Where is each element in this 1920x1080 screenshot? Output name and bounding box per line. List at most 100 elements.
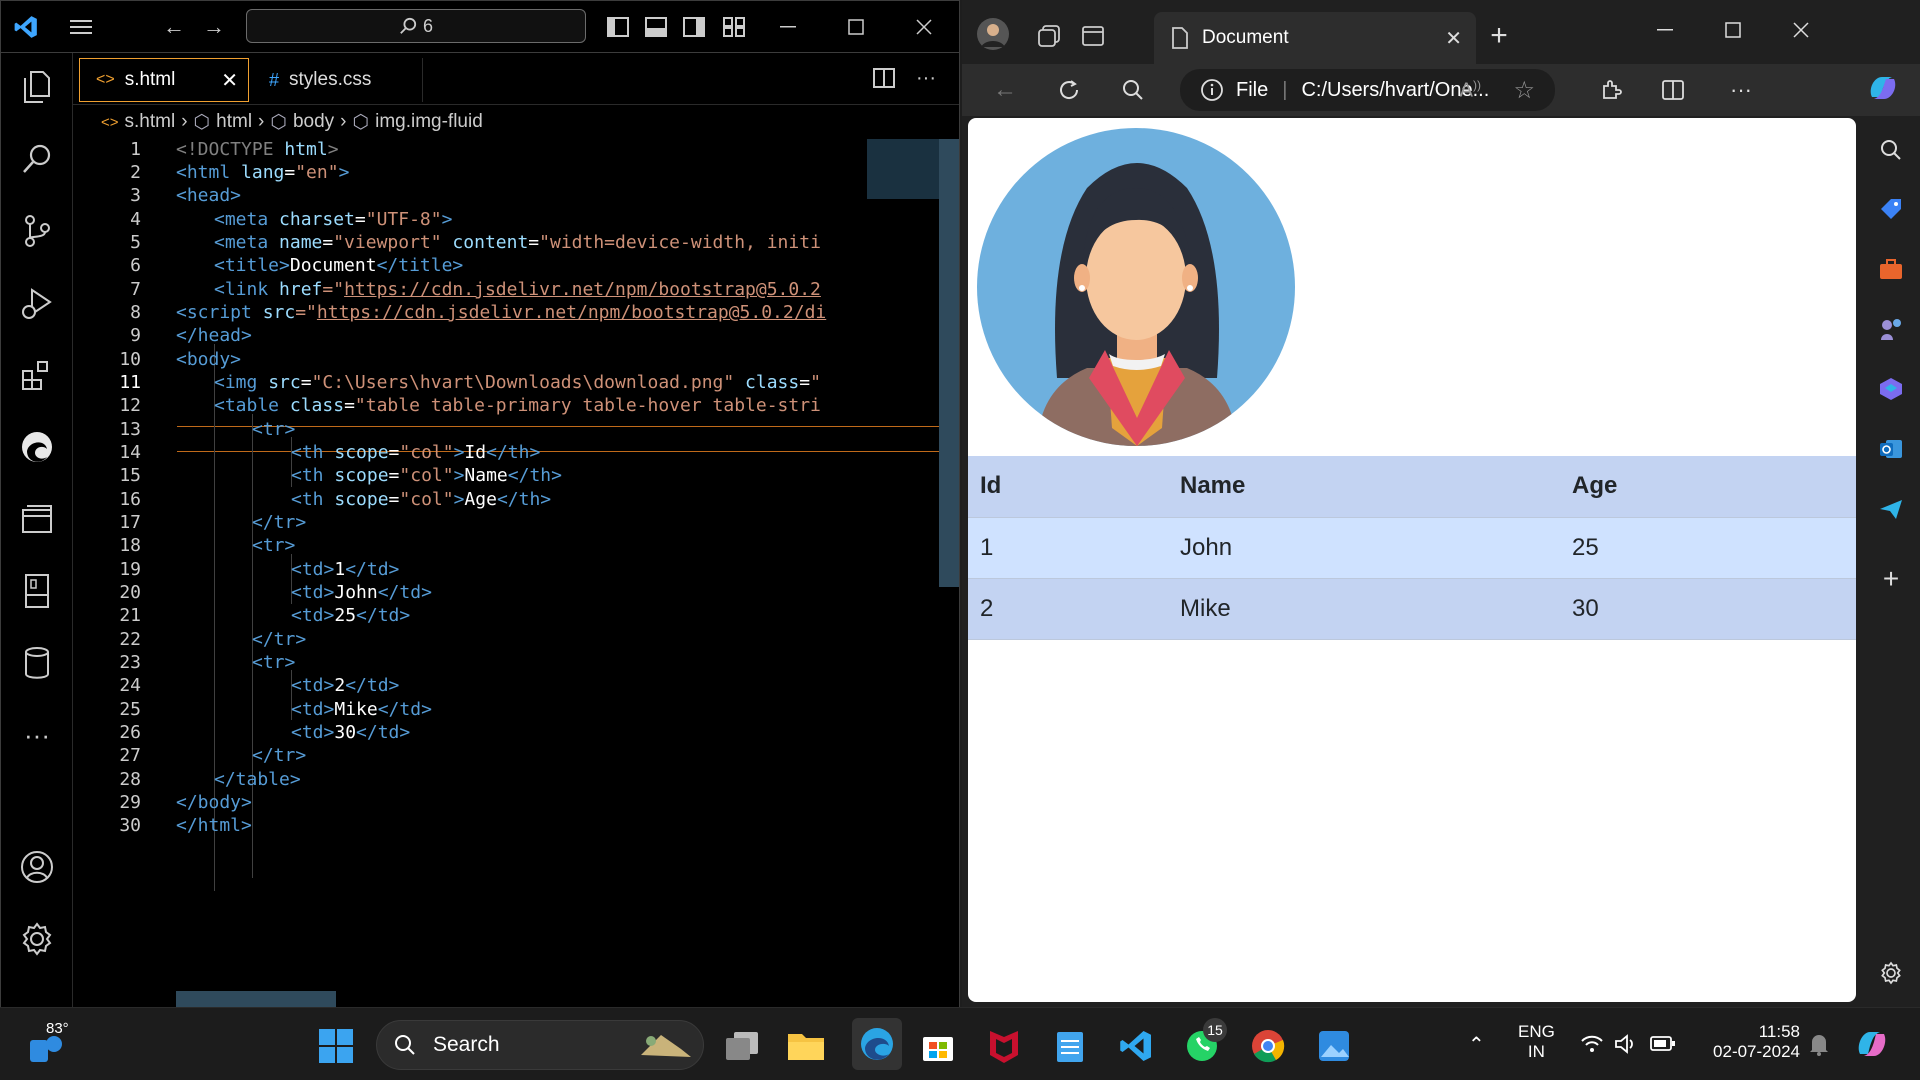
notebook-icon[interactable] — [13, 567, 61, 615]
vscode-taskbar-icon[interactable] — [1116, 1026, 1156, 1066]
copilot-sidebar-icon[interactable] — [1876, 374, 1906, 404]
accounts-icon[interactable] — [13, 843, 61, 891]
split-editor-icon[interactable] — [867, 62, 901, 94]
clock[interactable]: 11:58 02-07-2024 — [1700, 1022, 1800, 1062]
notification-bell-icon[interactable] — [1808, 1032, 1830, 1061]
table-row[interactable]: 2 Mike 30 — [968, 578, 1856, 640]
favorite-star-icon[interactable]: ☆ — [1513, 76, 1535, 105]
extensions-icon[interactable] — [13, 351, 61, 399]
settings-more-icon[interactable]: ··· — [1724, 74, 1758, 106]
maximize-icon[interactable] — [839, 11, 873, 43]
toggle-sidebar-icon[interactable] — [601, 11, 635, 43]
games-icon[interactable] — [1876, 314, 1906, 344]
copilot-icon[interactable] — [1866, 72, 1900, 104]
search-icon[interactable] — [1116, 74, 1150, 106]
activity-bar: ··· — [1, 53, 73, 1008]
table-row[interactable]: 1 John 25 — [968, 517, 1856, 579]
edge-devtools-icon[interactable] — [13, 423, 61, 471]
command-center-search[interactable]: 6 — [246, 9, 586, 43]
remote-explorer-icon[interactable] — [13, 495, 61, 543]
split-screen-icon[interactable] — [1656, 74, 1690, 106]
language-indicator[interactable]: ENG IN — [1518, 1022, 1555, 1062]
minimap[interactable] — [867, 139, 939, 199]
breadcrumb-item[interactable]: html — [216, 111, 252, 133]
database-icon[interactable] — [13, 639, 61, 687]
tools-briefcase-icon[interactable] — [1876, 254, 1906, 284]
address-bar[interactable]: File | C:/Users/hvart/One... A)) ☆ — [1180, 69, 1555, 111]
back-arrow-icon[interactable]: ← — [157, 11, 191, 43]
extensions-icon[interactable] — [1594, 74, 1628, 106]
tab-styles-css[interactable]: # styles.css — [253, 58, 423, 102]
info-icon — [1201, 79, 1223, 101]
workspaces-icon[interactable] — [1032, 20, 1066, 52]
windows-start-icon[interactable] — [316, 1026, 356, 1066]
refresh-icon[interactable] — [1052, 74, 1086, 106]
tab-close-icon[interactable]: ✕ — [1445, 26, 1462, 51]
more-actions-icon[interactable]: ··· — [909, 62, 943, 94]
windows-taskbar: 83° Search 15 ⌃ ENG IN 11:58 02-07-2024 — [0, 1007, 1920, 1080]
code-line-30: </html> — [176, 815, 252, 836]
minimize-icon[interactable] — [1648, 14, 1682, 46]
explorer-icon[interactable] — [13, 63, 61, 111]
photos-icon[interactable] — [1314, 1026, 1354, 1066]
tab-s-html[interactable]: <> s.html ✕ — [79, 58, 249, 102]
settings-gear-icon[interactable] — [13, 915, 61, 963]
chevron-right-icon: › — [258, 111, 265, 132]
shopping-tag-icon[interactable] — [1876, 194, 1906, 224]
profile-avatar[interactable] — [976, 18, 1010, 50]
battery-icon[interactable] — [1650, 1035, 1676, 1058]
read-aloud-icon[interactable]: A)) — [1460, 78, 1481, 103]
close-icon[interactable] — [1784, 14, 1818, 46]
taskbar-search-label: Search — [433, 1033, 500, 1056]
forward-arrow-icon[interactable]: → — [197, 11, 231, 43]
search-icon[interactable] — [1876, 135, 1906, 165]
menu-icon[interactable] — [65, 11, 99, 43]
tab-actions-icon[interactable] — [1076, 20, 1110, 52]
browser-tab-strip: Document ✕ + — [962, 0, 1920, 72]
line-number: 7 — [130, 279, 141, 300]
weather-temperature: 83° — [46, 1020, 69, 1037]
wifi-icon[interactable] — [1580, 1034, 1604, 1059]
toggle-panel-icon[interactable] — [639, 11, 673, 43]
run-debug-icon[interactable] — [13, 279, 61, 327]
code-line-1: <!DOCTYPE html> — [176, 139, 339, 160]
source-control-icon[interactable] — [13, 207, 61, 255]
send-icon[interactable] — [1876, 494, 1906, 524]
vscode-logo-icon[interactable] — [9, 11, 43, 43]
sidebar-settings-gear-icon[interactable] — [1876, 958, 1906, 988]
task-view-icon[interactable] — [722, 1026, 762, 1066]
code-line-10: <body> — [176, 349, 242, 370]
file-explorer-icon[interactable] — [786, 1026, 826, 1066]
volume-icon[interactable] — [1614, 1034, 1638, 1059]
customize-layout-icon[interactable] — [717, 11, 751, 43]
chrome-icon[interactable] — [1248, 1026, 1288, 1066]
more-views-icon[interactable]: ··· — [13, 711, 61, 759]
add-sidebar-app-icon[interactable]: + — [1876, 563, 1906, 594]
mcafee-icon[interactable] — [984, 1026, 1024, 1066]
outlook-icon[interactable] — [1876, 434, 1906, 464]
notepad-icon[interactable] — [1050, 1026, 1090, 1066]
new-tab-icon[interactable]: + — [1482, 19, 1516, 52]
tab-close-icon[interactable]: ✕ — [221, 68, 238, 93]
address-divider: | — [1282, 78, 1288, 101]
search-icon[interactable] — [13, 135, 61, 183]
toggle-secondary-sidebar-icon[interactable] — [677, 11, 711, 43]
copilot-taskbar-icon[interactable] — [1854, 1026, 1890, 1067]
maximize-icon[interactable] — [1716, 14, 1750, 46]
show-hidden-icons-chevron-icon[interactable]: ⌃ — [1468, 1032, 1485, 1057]
minimize-icon[interactable] — [771, 11, 805, 43]
browser-tab-document[interactable]: Document ✕ — [1154, 12, 1476, 64]
breadcrumb-item[interactable]: body — [293, 111, 334, 133]
taskbar-search[interactable]: Search — [376, 1020, 704, 1070]
code-editor[interactable]: 1 2 3 4 5 6 7 8 9 10 11 12 13 14 15 16 17 18 19 20 21 22 23 24 2… — [73, 139, 959, 1007]
edge-taskbar-icon[interactable] — [852, 1018, 902, 1070]
breadcrumb-item[interactable]: s.html — [125, 111, 176, 133]
back-arrow-icon[interactable]: ← — [988, 74, 1022, 106]
line-number: 13 — [119, 419, 141, 440]
close-icon[interactable] — [907, 11, 941, 43]
microsoft-store-icon[interactable] — [918, 1026, 958, 1066]
breadcrumb-item[interactable]: img.img-fluid — [375, 111, 483, 133]
line-number: 26 — [119, 722, 141, 743]
vertical-scrollbar[interactable] — [939, 139, 959, 587]
horizontal-scrollbar[interactable] — [176, 991, 336, 1007]
